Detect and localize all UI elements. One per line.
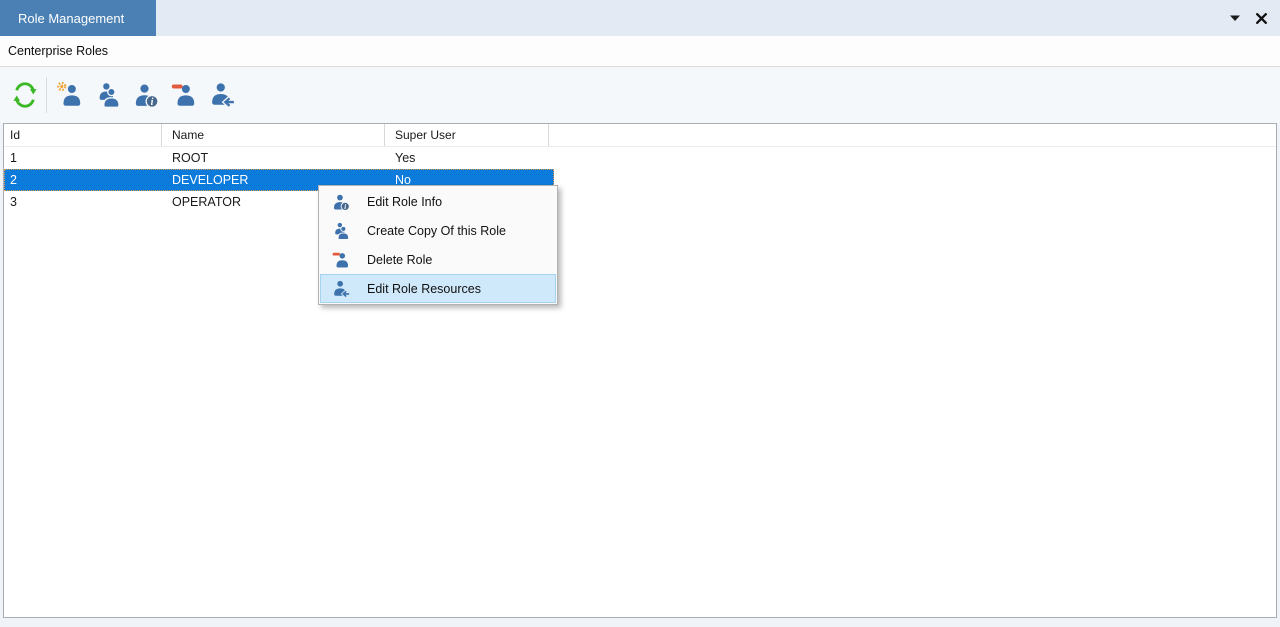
refresh-button[interactable] xyxy=(10,78,40,112)
column-header-name[interactable]: Name xyxy=(162,124,385,146)
panel-title: Centerprise Roles xyxy=(0,36,1280,67)
delete-role-button[interactable] xyxy=(169,78,199,112)
menu-item-create-copy-of-role[interactable]: Create Copy Of this Role xyxy=(320,216,556,245)
user-arrow-left-icon xyxy=(209,82,235,108)
menu-item-edit-role-info[interactable]: i Edit Role Info xyxy=(320,187,556,216)
window-controls xyxy=(1228,0,1280,36)
table-header-row: Id Name Super User xyxy=(4,124,1276,147)
users-copy-icon xyxy=(95,82,121,108)
menu-item-label: Delete Role xyxy=(367,253,432,267)
user-info-icon: i xyxy=(133,82,159,108)
menu-item-edit-role-resources[interactable]: Edit Role Resources xyxy=(320,274,556,303)
svg-text:i: i xyxy=(151,97,154,108)
cell-superuser: Yes xyxy=(385,147,549,169)
cell-id: 1 xyxy=(4,147,162,169)
user-info-icon: i xyxy=(332,193,350,211)
user-minus-icon xyxy=(332,251,350,269)
column-header-id[interactable]: Id xyxy=(4,124,162,146)
refresh-icon xyxy=(12,82,38,108)
cell-name: ROOT xyxy=(162,147,385,169)
tab-title: Role Management xyxy=(18,11,124,26)
close-icon[interactable] xyxy=(1254,11,1268,25)
menu-item-label: Create Copy Of this Role xyxy=(367,224,506,238)
cell-id: 2 xyxy=(4,169,162,191)
svg-text:i: i xyxy=(344,202,346,210)
create-role-button[interactable] xyxy=(55,78,85,112)
toolbar: i xyxy=(0,67,1280,123)
copy-role-button[interactable] xyxy=(93,78,123,112)
caret-down-icon[interactable] xyxy=(1228,11,1242,25)
toolbar-separator xyxy=(46,77,47,113)
user-gear-icon xyxy=(57,82,83,108)
menu-item-label: Edit Role Info xyxy=(367,195,442,209)
context-menu: i Edit Role Info Create Copy Of this Rol… xyxy=(318,185,558,305)
roles-table: Id Name Super User 1 ROOT Yes 2 DEVELOPE… xyxy=(3,123,1277,618)
tab-bar: Role Management xyxy=(0,0,1280,36)
edit-role-info-button[interactable]: i xyxy=(131,78,161,112)
edit-role-resources-button[interactable] xyxy=(207,78,237,112)
cell-id: 3 xyxy=(4,191,162,213)
users-copy-icon xyxy=(332,222,350,240)
column-header-superuser[interactable]: Super User xyxy=(385,124,549,146)
user-minus-icon xyxy=(171,82,197,108)
user-arrow-left-icon xyxy=(332,280,350,298)
menu-item-delete-role[interactable]: Delete Role xyxy=(320,245,556,274)
tab-role-management[interactable]: Role Management xyxy=(0,0,156,36)
table-row[interactable]: 1 ROOT Yes xyxy=(4,147,554,169)
menu-item-label: Edit Role Resources xyxy=(367,282,481,296)
